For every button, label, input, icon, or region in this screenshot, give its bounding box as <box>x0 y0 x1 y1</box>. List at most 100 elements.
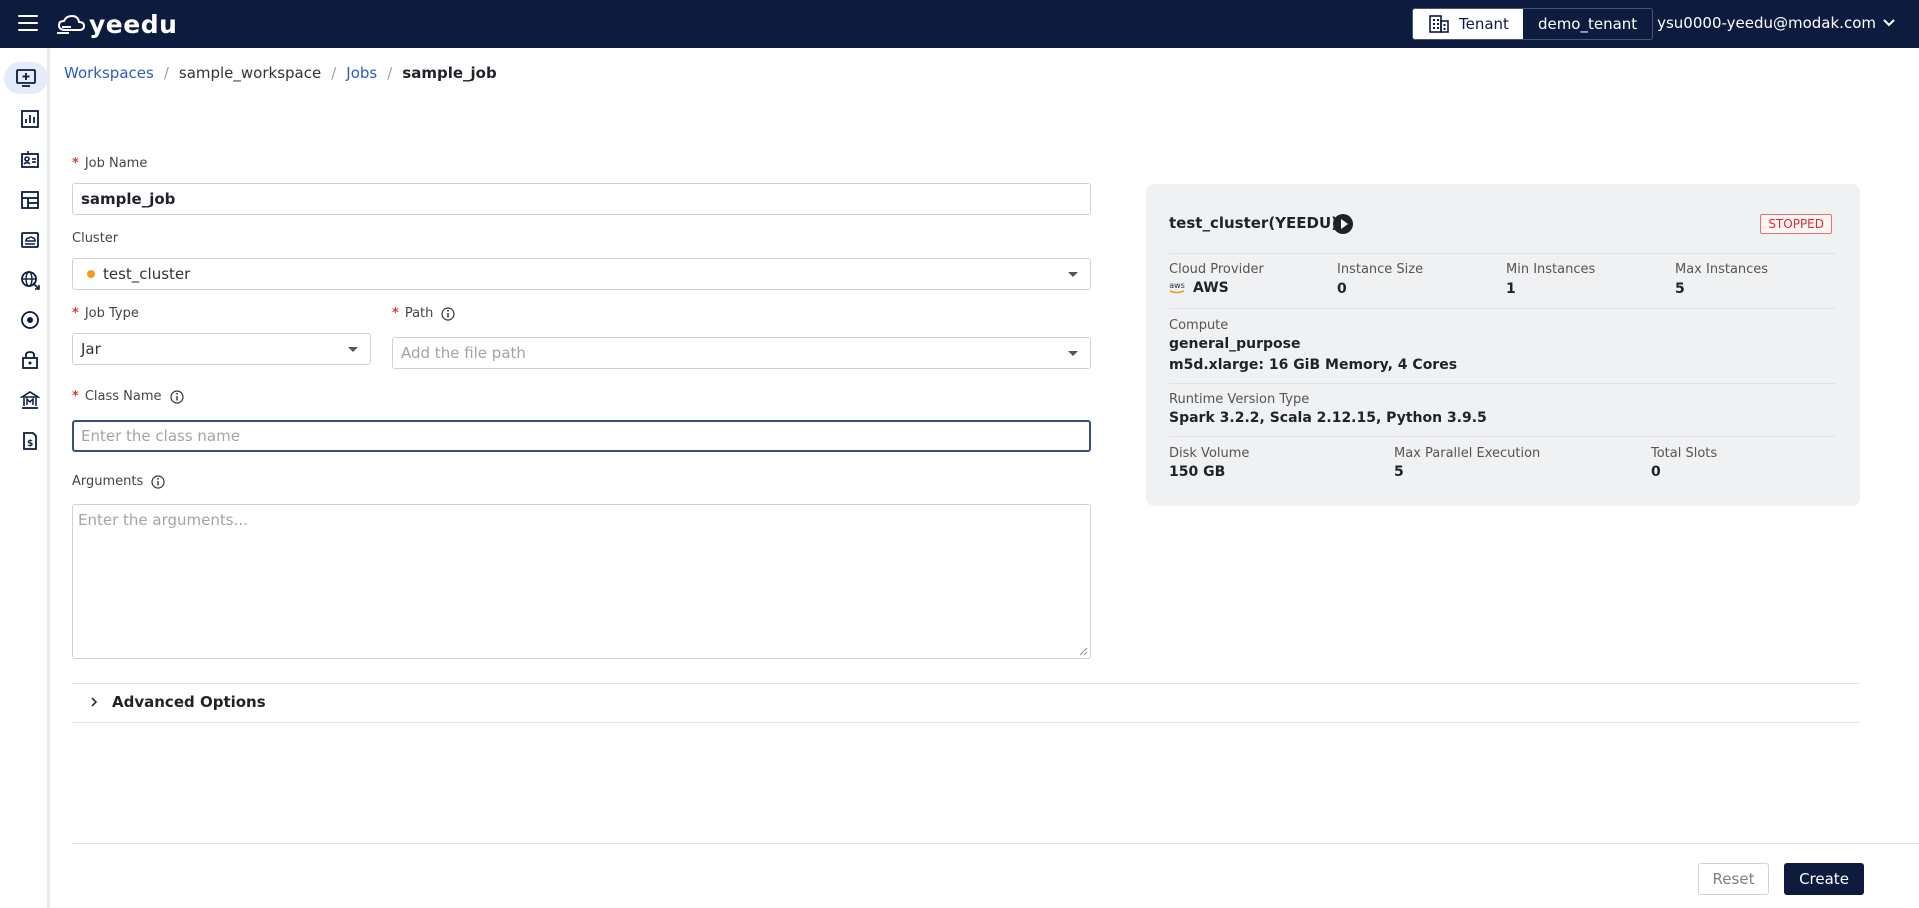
sidebar-item-network[interactable] <box>14 264 46 296</box>
job-type-select[interactable]: Jar <box>72 333 371 365</box>
user-menu[interactable]: ysu0000-yeedu@modak.com <box>1657 14 1895 32</box>
tenant-button[interactable]: Tenant <box>1413 9 1523 39</box>
sidebar-item-layout[interactable] <box>14 184 46 216</box>
breadcrumb-workspaces[interactable]: Workspaces <box>64 64 154 82</box>
max-instances-label: Max Instances <box>1675 262 1769 277</box>
cluster-select[interactable]: test_cluster <box>72 258 1091 290</box>
max-parallel-label: Max Parallel Execution <box>1394 446 1541 461</box>
cloud-provider-value-row: aws AWS <box>1169 280 1229 296</box>
total-slots-value: 0 <box>1651 464 1661 480</box>
sidebar-item-dashboard[interactable] <box>14 103 46 135</box>
advanced-options-toggle[interactable]: Advanced Options <box>90 693 266 711</box>
instance-size-value: 0 <box>1337 281 1347 297</box>
sidebar: $ <box>0 48 50 908</box>
job-type-label-text: Job Type <box>84 306 139 321</box>
job-name-label-text: Job Name <box>84 156 148 171</box>
building-icon <box>1429 15 1449 33</box>
tenant-label: Tenant <box>1459 15 1509 33</box>
breadcrumb-separator: / <box>387 64 393 82</box>
create-button[interactable]: Create <box>1784 863 1864 895</box>
user-email: ysu0000-yeedu@modak.com <box>1657 14 1876 32</box>
sidebar-item-workspaces[interactable] <box>4 62 48 94</box>
chevron-down-icon <box>1068 272 1078 277</box>
info-icon[interactable] <box>151 474 165 489</box>
logo-cloud-icon <box>57 14 86 34</box>
disk-volume-value: 150 GB <box>1169 464 1226 480</box>
class-name-label-text: Class Name <box>84 389 162 404</box>
total-slots-label: Total Slots <box>1651 446 1718 461</box>
cloud-provider-value: AWS <box>1193 280 1229 296</box>
tenant-switcher[interactable]: Tenant demo_tenant <box>1412 8 1654 40</box>
required-marker: * <box>72 389 79 404</box>
cluster-value: test_cluster <box>103 265 191 283</box>
chevron-down-icon <box>1883 19 1895 27</box>
cluster-details-card: test_cluster(YEEDU) STOPPED Cloud Provid… <box>1146 184 1860 506</box>
lock-icon <box>22 351 38 369</box>
sidebar-item-storage[interactable] <box>14 224 46 256</box>
max-parallel-value: 5 <box>1394 464 1404 480</box>
runtime-value: Spark 3.2.2, Scala 2.12.15, Python 3.9.5 <box>1169 410 1487 426</box>
divider <box>1169 383 1836 384</box>
app-logo[interactable]: yeedu <box>56 9 177 39</box>
compute-spec: m5d.xlarge: 16 GiB Memory, 4 Cores <box>1169 357 1458 373</box>
max-instances-value: 5 <box>1675 281 1685 297</box>
sidebar-item-billing[interactable]: $ <box>14 425 46 457</box>
arguments-label-text: Arguments <box>72 474 144 489</box>
compute-label: Compute <box>1169 318 1229 333</box>
chevron-right-icon <box>91 697 98 707</box>
min-instances-label: Min Instances <box>1506 262 1596 277</box>
arguments-placeholder: Enter the arguments... <box>78 511 248 529</box>
divider <box>1169 308 1836 309</box>
play-icon[interactable] <box>1333 214 1353 234</box>
info-icon[interactable] <box>441 306 455 321</box>
runtime-label: Runtime Version Type <box>1169 392 1310 407</box>
job-type-value: Jar <box>81 340 101 358</box>
path-placeholder: Add the file path <box>401 344 526 362</box>
monitor-plus-icon <box>16 69 36 87</box>
top-bar: yeedu Tenant demo_tenant ysu0000-yeedu@m… <box>0 0 1919 48</box>
footer-divider <box>72 843 1919 844</box>
arguments-textarea[interactable]: Enter the arguments... <box>72 504 1091 659</box>
breadcrumb-current: sample_job <box>402 64 497 82</box>
status-badge: STOPPED <box>1760 214 1832 234</box>
class-name-input[interactable]: Enter the class name <box>72 420 1091 452</box>
divider <box>1169 253 1836 254</box>
cluster-status-dot <box>87 270 95 278</box>
breadcrumb: Workspaces / sample_workspace / Jobs / s… <box>64 64 497 82</box>
cluster-label: Cluster <box>72 231 118 246</box>
chevron-down-icon <box>1068 351 1078 356</box>
resize-handle-icon[interactable] <box>1078 646 1088 656</box>
sidebar-item-security[interactable] <box>14 344 46 376</box>
path-label: * Path <box>392 306 455 321</box>
divider <box>72 722 1860 723</box>
path-select[interactable]: Add the file path <box>392 337 1091 369</box>
job-name-input[interactable]: sample_job <box>72 183 1091 215</box>
required-marker: * <box>392 306 399 321</box>
sidebar-item-users[interactable] <box>14 143 46 175</box>
layout-grid-icon <box>21 191 39 209</box>
breadcrumb-workspace: sample_workspace <box>178 64 322 82</box>
job-name-value: sample_job <box>81 190 176 208</box>
breadcrumb-jobs[interactable]: Jobs <box>346 64 377 82</box>
divider <box>72 683 1860 684</box>
cloud-drive-icon <box>21 232 39 248</box>
aws-logo-icon: aws <box>1169 282 1185 294</box>
arguments-label: Arguments <box>72 474 165 489</box>
advanced-options-label: Advanced Options <box>112 693 266 711</box>
job-name-label: * Job Name <box>72 156 147 171</box>
info-icon[interactable] <box>169 389 184 404</box>
id-card-icon <box>21 151 39 168</box>
sidebar-item-target[interactable] <box>14 304 46 336</box>
instance-size-label: Instance Size <box>1337 262 1424 277</box>
tenant-name[interactable]: demo_tenant <box>1523 9 1652 39</box>
cluster-label-text: Cluster <box>72 231 119 246</box>
sidebar-item-metastore[interactable] <box>14 384 46 416</box>
min-instances-value: 1 <box>1506 281 1516 297</box>
required-marker: * <box>72 156 79 171</box>
menu-icon[interactable] <box>18 15 38 33</box>
chevron-down-icon <box>348 347 358 352</box>
reset-button[interactable]: Reset <box>1698 863 1769 895</box>
class-name-label: * Class Name <box>72 389 184 404</box>
class-name-placeholder: Enter the class name <box>81 427 240 445</box>
compute-value: general_purpose <box>1169 336 1301 352</box>
